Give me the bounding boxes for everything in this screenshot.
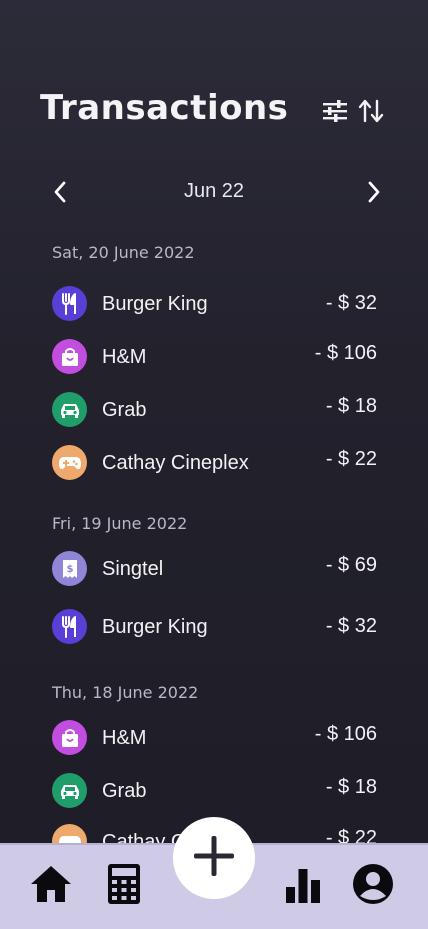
sort-arrows-icon[interactable] (356, 96, 386, 126)
user-icon[interactable] (350, 861, 396, 907)
transaction-merchant: Burger King (102, 616, 208, 638)
shopping-bag-icon (52, 720, 87, 755)
transaction-row[interactable]: Burger King - $ 32 (0, 284, 428, 324)
date-header: Sat, 20 June 2022 (52, 243, 195, 262)
add-icon (192, 834, 236, 883)
transaction-row[interactable]: H&M - $ 106 (0, 337, 428, 377)
transaction-amount: - $ 69 (325, 554, 377, 576)
gamepad-icon (52, 445, 87, 480)
transaction-merchant: H&M (102, 727, 147, 749)
date-header: Fri, 19 June 2022 (52, 514, 188, 533)
transaction-merchant: Grab (102, 780, 147, 802)
transaction-merchant: Singtel (102, 558, 164, 580)
transaction-amount: - $ 106 (314, 342, 377, 364)
transaction-row[interactable]: Grab - $ 18 (0, 771, 428, 811)
transaction-merchant: Burger King (102, 293, 208, 315)
transaction-row[interactable]: $ Singtel - $ 69 (0, 549, 428, 589)
bar-chart-icon[interactable] (280, 863, 326, 907)
transaction-amount: - $ 32 (325, 292, 377, 314)
receipt-icon: $ (52, 551, 87, 586)
date-header: Thu, 18 June 2022 (52, 683, 199, 702)
transaction-row[interactable]: Burger King - $ 32 (0, 607, 428, 647)
car-icon (52, 392, 87, 427)
page-title: Transactions (40, 88, 289, 128)
transaction-amount: - $ 18 (325, 776, 377, 798)
transaction-merchant: H&M (102, 346, 147, 368)
sliders-icon[interactable] (320, 96, 350, 126)
utensils-icon (52, 286, 87, 321)
transaction-merchant: Grab (102, 399, 147, 421)
transaction-amount: - $ 32 (325, 615, 377, 637)
transaction-amount: - $ 18 (325, 395, 377, 417)
shopping-bag-icon (52, 339, 87, 374)
home-icon[interactable] (28, 861, 74, 907)
transaction-amount: - $ 106 (314, 723, 377, 745)
calculator-icon[interactable] (104, 861, 144, 907)
transaction-row[interactable]: Cathay Cineplex - $ 22 (0, 443, 428, 483)
transaction-row[interactable]: H&M - $ 106 (0, 718, 428, 758)
month-navigator: Jun 22 (0, 176, 428, 208)
chevron-right-icon[interactable] (360, 178, 388, 206)
svg-text:$: $ (66, 564, 73, 575)
transaction-amount: - $ 22 (325, 448, 377, 470)
transaction-row[interactable]: Grab - $ 18 (0, 390, 428, 430)
car-icon (52, 773, 87, 808)
add-transaction-button[interactable] (173, 817, 255, 899)
transaction-merchant: Cathay Cineplex (102, 452, 249, 474)
utensils-icon (52, 609, 87, 644)
